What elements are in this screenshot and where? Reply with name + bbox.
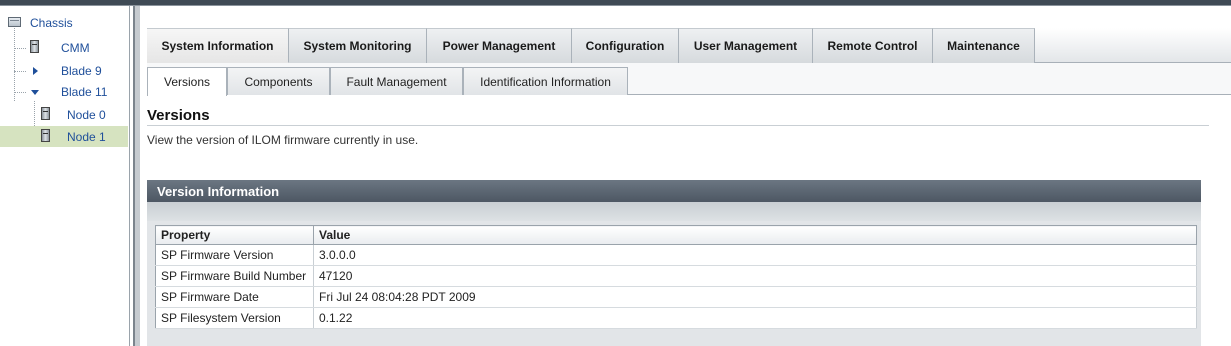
version-information-panel: Version Information Property Value SP Fi… xyxy=(147,180,1201,346)
tab-user-management[interactable]: User Management xyxy=(679,28,813,63)
panel-toolbar-strip xyxy=(147,202,1201,221)
version-table: Property Value SP Firmware Version 3.0.0… xyxy=(155,225,1197,329)
tab-label: System Information xyxy=(161,38,274,53)
subtab-fault-management[interactable]: Fault Management xyxy=(330,67,463,95)
server-icon xyxy=(41,107,50,120)
property-cell: SP Filesystem Version xyxy=(155,307,314,329)
value-cell: 47120 xyxy=(313,265,1197,287)
tree-item-node-1[interactable]: Node 1 xyxy=(0,126,128,147)
column-header-property[interactable]: Property xyxy=(155,225,314,245)
server-icon xyxy=(41,129,50,142)
tree-item-label: CMM xyxy=(61,40,90,55)
page-description: View the version of ILOM firmware curren… xyxy=(147,133,419,147)
tree-item-blade-9[interactable]: Blade 9 xyxy=(0,60,128,81)
tab-label: Versions xyxy=(163,75,211,89)
title-divider xyxy=(147,125,1209,126)
table-row: SP Firmware Build Number 47120 xyxy=(155,265,1197,287)
tab-label: Fault Management xyxy=(346,74,447,89)
subtab-identification-information[interactable]: Identification Information xyxy=(463,67,628,95)
tree-item-label: Blade 11 xyxy=(61,84,108,99)
tab-remote-control[interactable]: Remote Control xyxy=(813,28,933,63)
tree-item-cmm[interactable]: CMM xyxy=(0,37,128,58)
property-cell: SP Firmware Build Number xyxy=(155,265,314,287)
navigation-tree: Chassis CMM Blade 9 Blade 11 Node 0 Node… xyxy=(0,6,130,346)
tree-item-node-0[interactable]: Node 0 xyxy=(0,104,128,125)
tree-item-label: Blade 9 xyxy=(61,63,102,78)
sub-tab-bar: Versions Components Fault Management Ide… xyxy=(147,63,1231,96)
tab-label: Components xyxy=(244,74,313,89)
tree-item-blade-11[interactable]: Blade 11 xyxy=(0,81,128,102)
frame-gutter xyxy=(135,6,140,346)
tab-maintenance[interactable]: Maintenance xyxy=(933,28,1035,63)
expand-arrow-icon[interactable] xyxy=(33,67,38,75)
column-header-value[interactable]: Value xyxy=(313,225,1197,245)
tab-system-information[interactable]: System Information xyxy=(147,28,289,63)
tab-label: Configuration xyxy=(585,39,665,53)
tab-label: Identification Information xyxy=(480,74,611,89)
tab-label: System Monitoring xyxy=(303,39,412,53)
subtab-components[interactable]: Components xyxy=(227,67,330,95)
property-cell: SP Firmware Date xyxy=(155,286,314,308)
tab-label: User Management xyxy=(693,39,798,53)
table-header-row: Property Value xyxy=(155,225,1197,245)
tab-label: Remote Control xyxy=(827,39,918,53)
main-tab-bar: System Information System Monitoring Pow… xyxy=(147,28,1231,63)
tab-configuration[interactable]: Configuration xyxy=(572,28,679,63)
tree-item-label: Chassis xyxy=(30,15,73,30)
value-cell: 0.1.22 xyxy=(313,307,1197,329)
server-icon xyxy=(30,40,39,53)
tab-power-management[interactable]: Power Management xyxy=(427,28,572,63)
page-title: Versions xyxy=(147,107,210,124)
table-row: SP Firmware Version 3.0.0.0 xyxy=(155,244,1197,266)
tree-item-label: Node 0 xyxy=(67,107,106,122)
table-row: SP Firmware Date Fri Jul 24 08:04:28 PDT… xyxy=(155,286,1197,308)
collapse-arrow-icon[interactable] xyxy=(31,90,39,95)
value-cell: Fri Jul 24 08:04:28 PDT 2009 xyxy=(313,286,1197,308)
table-row: SP Filesystem Version 0.1.22 xyxy=(155,307,1197,329)
tree-item-chassis[interactable]: Chassis xyxy=(0,12,128,33)
panel-title: Version Information xyxy=(147,180,1201,202)
tab-label: Maintenance xyxy=(947,39,1020,53)
property-cell: SP Firmware Version xyxy=(155,244,314,266)
tree-item-label: Node 1 xyxy=(67,129,106,144)
value-cell: 3.0.0.0 xyxy=(313,244,1197,266)
chassis-icon xyxy=(8,17,21,27)
subtab-versions[interactable]: Versions xyxy=(147,67,227,96)
tab-label: Power Management xyxy=(442,39,556,53)
tab-system-monitoring[interactable]: System Monitoring xyxy=(289,28,427,63)
main-content: System Information System Monitoring Pow… xyxy=(133,6,1231,346)
